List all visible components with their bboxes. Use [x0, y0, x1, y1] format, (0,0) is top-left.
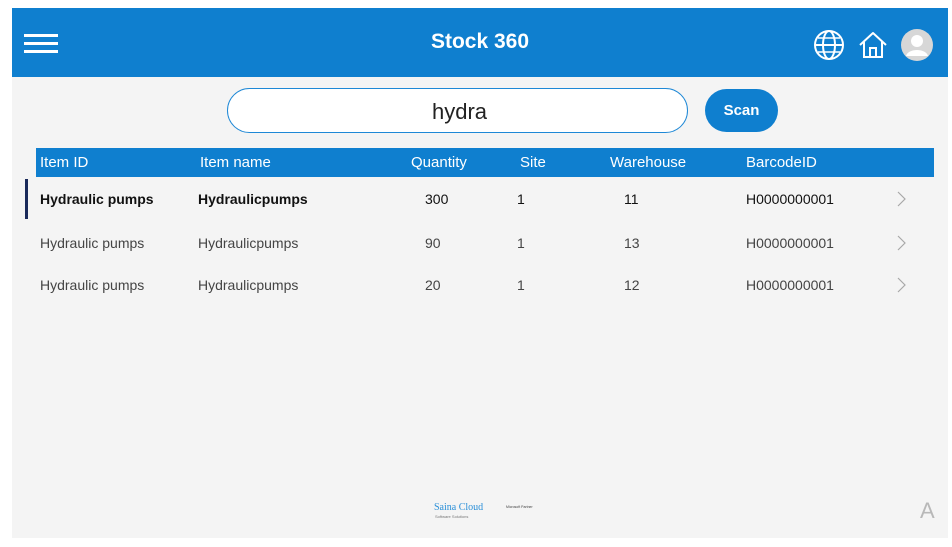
cell-warehouse: 12 — [624, 277, 640, 293]
app-title: Stock 360 — [430, 30, 530, 53]
cell-quantity: 90 — [425, 235, 441, 251]
app-screen: Stock 360 Scan Item ID Item name Quantit… — [12, 8, 948, 538]
column-header-quantity: Quantity — [411, 154, 467, 171]
cell-item-id: Hydraulic pumps — [40, 277, 145, 293]
cell-warehouse: 13 — [624, 235, 640, 251]
chevron-right-icon[interactable] — [894, 234, 908, 252]
cell-item-name: Hydraulicpumps — [198, 277, 299, 293]
logo-subtext: Software Solutions — [435, 514, 468, 519]
cell-barcode-id: H0000000001 — [746, 277, 834, 293]
cell-barcode-id: H0000000001 — [746, 235, 834, 251]
cell-site: 1 — [517, 235, 525, 251]
cell-warehouse: 11 — [624, 191, 639, 207]
cell-site: 1 — [517, 277, 525, 293]
table-row[interactable]: Hydraulic pumps Hydraulicpumps 90 1 13 H… — [36, 221, 934, 265]
saina-cloud-logo: Saina Cloud Software Solutions Microsoft… — [434, 502, 533, 519]
search-box — [227, 88, 691, 134]
column-header-site: Site — [520, 154, 546, 171]
selected-row-indicator — [25, 179, 28, 219]
home-icon[interactable] — [856, 28, 890, 62]
table-header: Item ID Item name Quantity Site Warehous… — [36, 148, 934, 177]
table-row[interactable]: Hydraulic pumps Hydraulicpumps 300 1 11 … — [25, 177, 934, 221]
cell-item-name: Hydraulicpumps — [198, 235, 299, 251]
cell-quantity: 300 — [425, 191, 449, 207]
cell-item-id: Hydraulic pumps — [40, 191, 154, 207]
chevron-right-icon[interactable] — [894, 190, 908, 208]
cell-item-id: Hydraulic pumps — [40, 235, 145, 251]
chevron-right-icon[interactable] — [894, 276, 908, 294]
table-row[interactable]: Hydraulic pumps Hydraulicpumps 20 1 12 H… — [36, 263, 934, 307]
globe-icon[interactable] — [812, 28, 846, 62]
partner-text: Microsoft Partner — [506, 505, 533, 509]
cell-site: 1 — [517, 191, 525, 207]
corner-letter: A — [920, 498, 935, 523]
scan-button[interactable]: Scan — [705, 89, 778, 132]
cell-barcode-id: H0000000001 — [746, 191, 834, 207]
column-header-barcode-id: BarcodeID — [746, 154, 817, 171]
app-header: Stock 360 — [12, 8, 948, 77]
logo-text: Saina Cloud — [434, 502, 483, 513]
user-avatar-icon[interactable] — [900, 28, 934, 62]
search-input[interactable] — [228, 89, 691, 134]
column-header-warehouse: Warehouse — [610, 154, 687, 171]
column-header-item-name: Item name — [200, 154, 271, 171]
column-header-item-id: Item ID — [40, 154, 89, 171]
cell-quantity: 20 — [425, 277, 441, 293]
cell-item-name: Hydraulicpumps — [198, 191, 308, 207]
